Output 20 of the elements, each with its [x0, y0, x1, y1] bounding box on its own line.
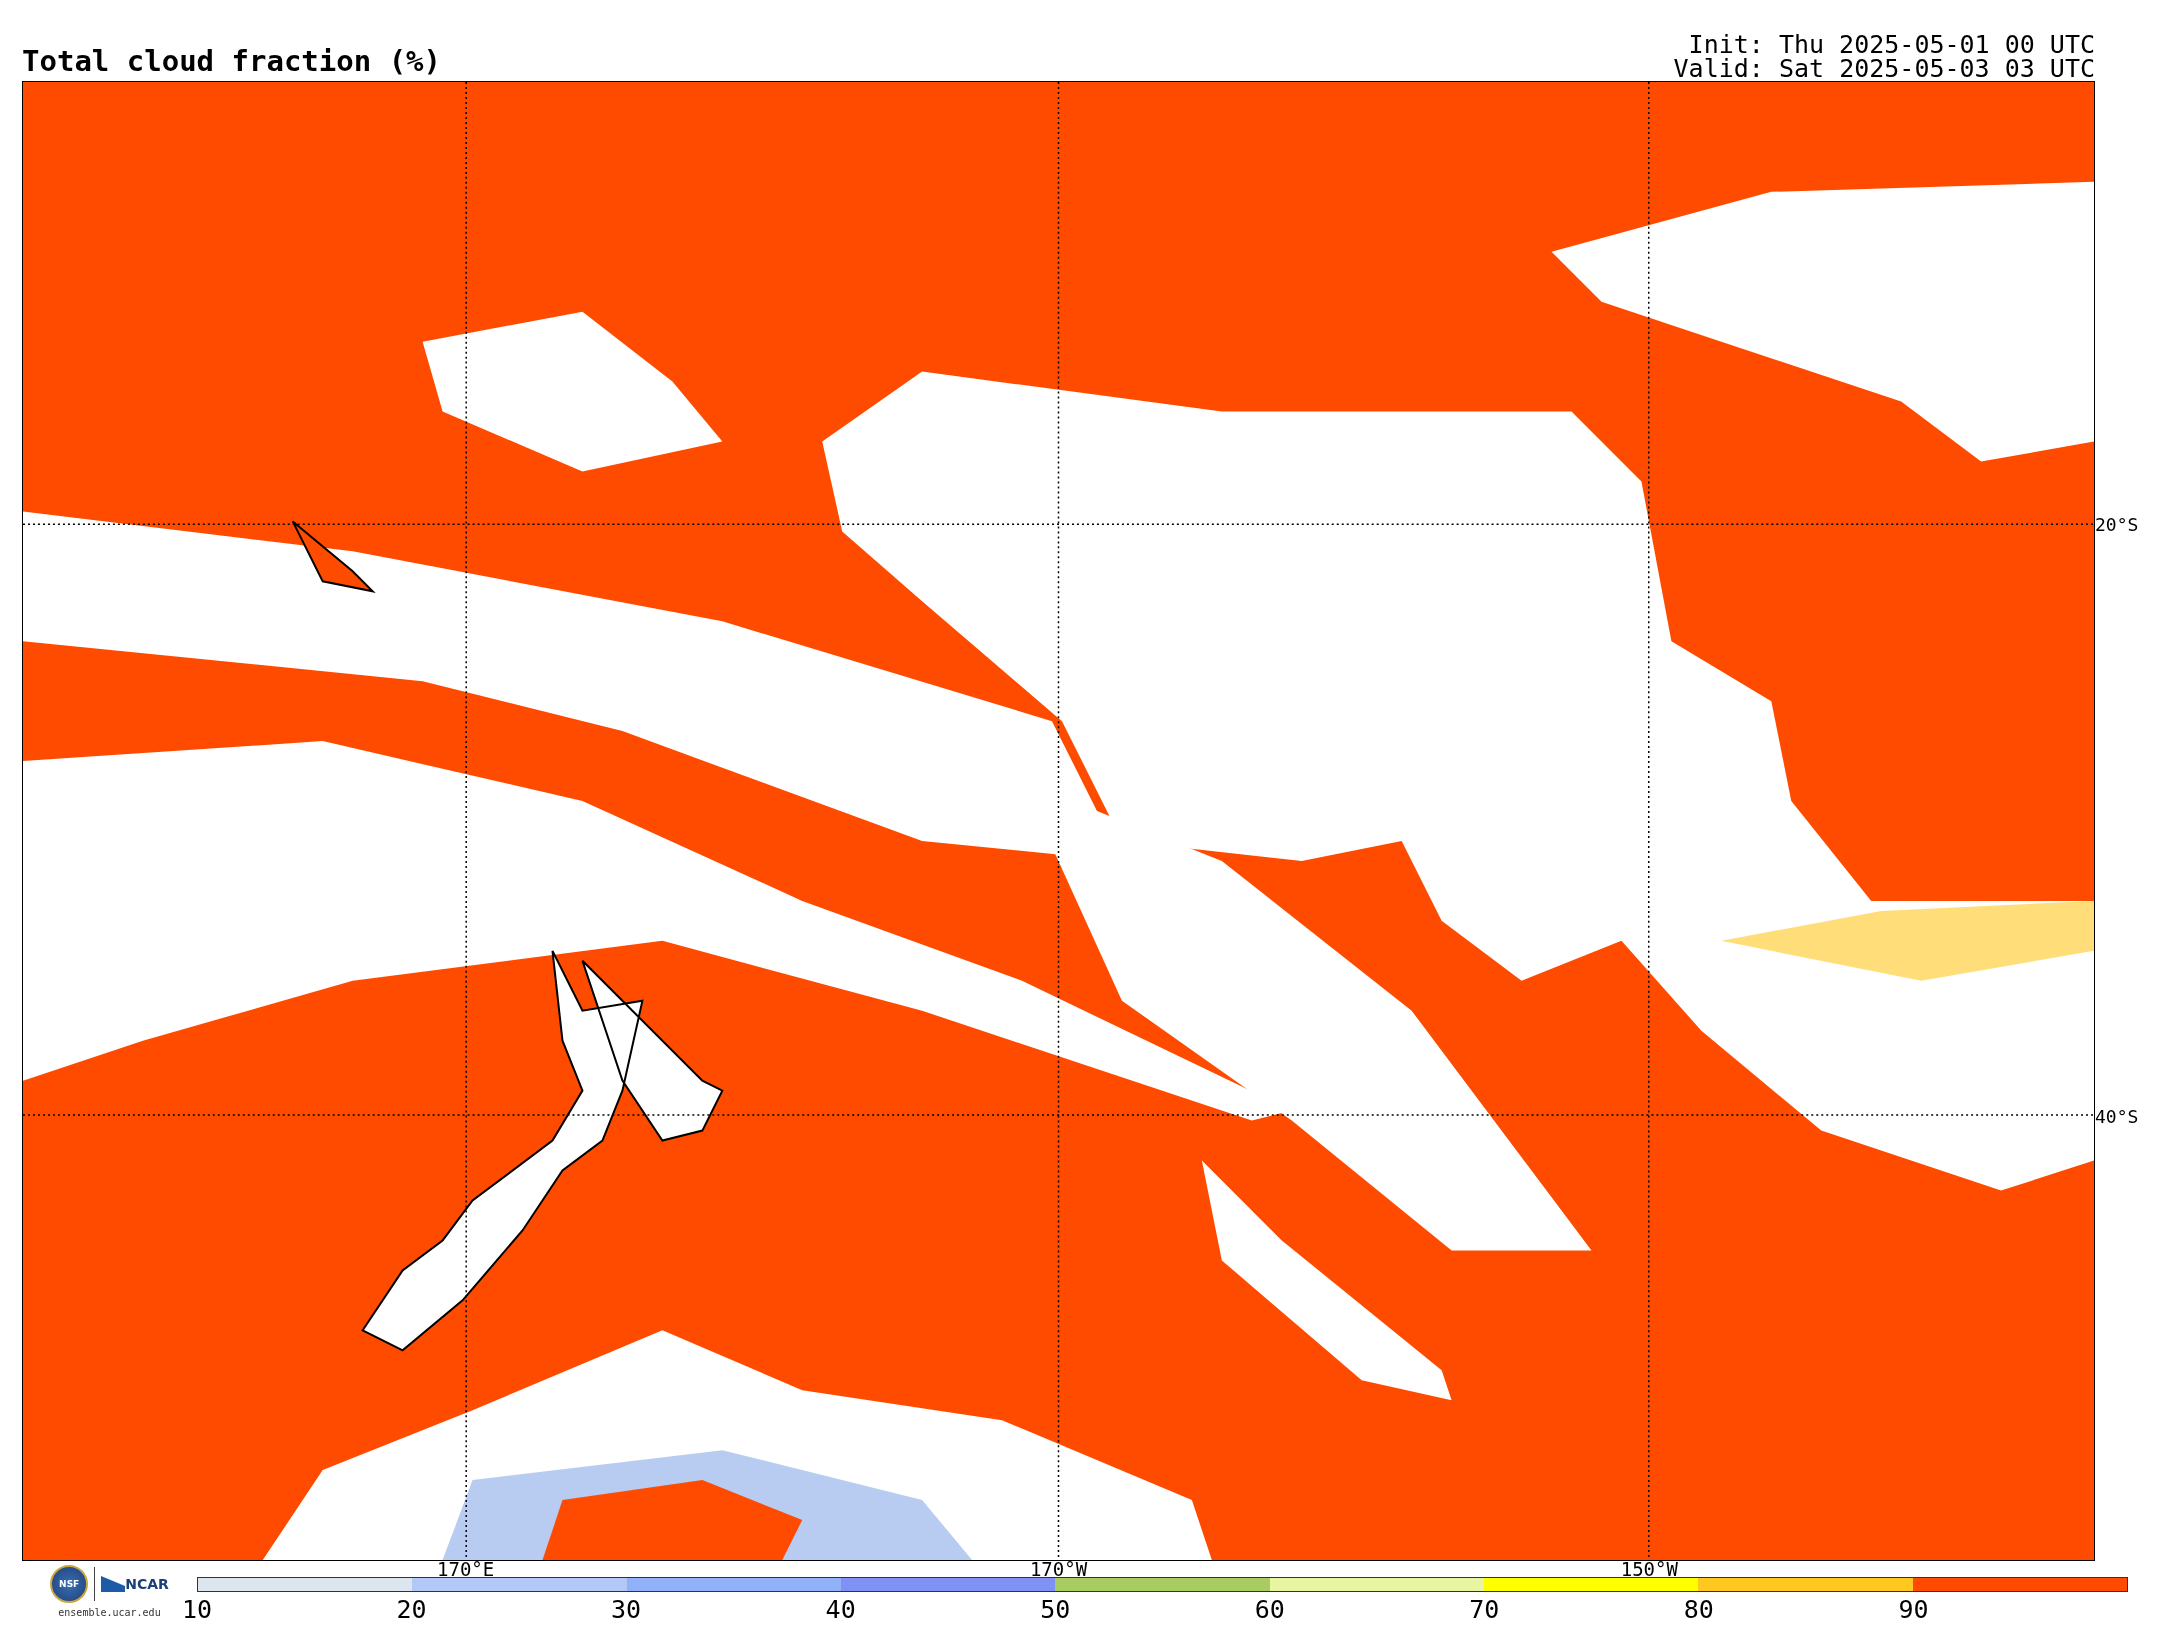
colorbar-tick-label: 30 — [611, 1596, 642, 1624]
colorbar-tick-label: 70 — [1469, 1596, 1500, 1624]
run-time-label: Valid: Sat 2025-05-03 03 UTC — [1673, 57, 2095, 82]
website-label: ensemble.ucar.edu — [58, 1607, 161, 1618]
colorbar-tick-label: 50 — [1040, 1596, 1071, 1624]
latitude-label: 40°S — [2095, 1105, 2139, 1127]
colorbar-tick-label: 40 — [825, 1596, 856, 1624]
colorbar-tick-label: 60 — [1254, 1596, 1285, 1624]
longitude-label: 150°W — [1620, 1559, 1678, 1580]
nsf-logo: NSF — [50, 1565, 89, 1603]
chart-title: Total cloud fraction (%) — [22, 47, 442, 77]
longitude-label: 170°W — [1029, 1559, 1088, 1580]
colorbar-tick-label: 20 — [396, 1596, 427, 1624]
ncar-logo: NCAR — [101, 1576, 169, 1592]
colorbar-tick-label: 90 — [1898, 1596, 1929, 1624]
colorbar-tick-label: 80 — [1683, 1596, 1714, 1624]
run-time-label: Init: Thu 2025-05-01 00 UTC — [1688, 33, 2095, 58]
latitude-label: 20°S — [2095, 513, 2139, 535]
colorbar-tick-label: 10 — [181, 1596, 213, 1624]
longitude-label: 170°E — [437, 1559, 495, 1580]
